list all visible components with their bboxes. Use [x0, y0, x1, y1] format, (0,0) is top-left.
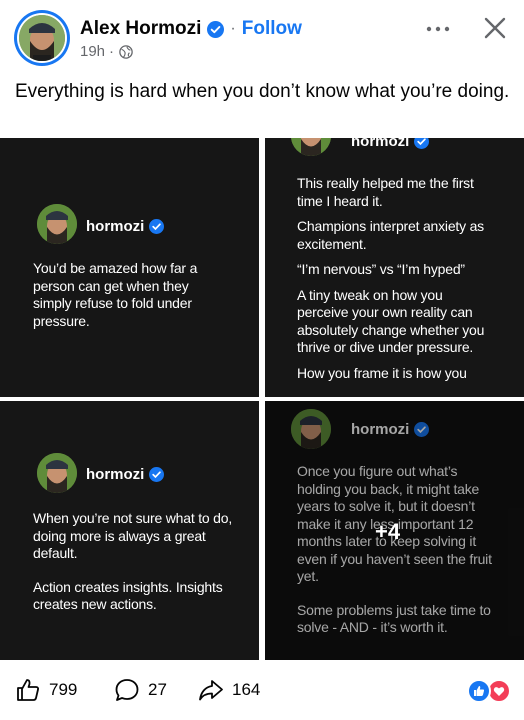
author-name[interactable]: Alex Hormozi [80, 18, 201, 40]
tile-paragraph: “I’m nervous” vs “I’m hyped” [297, 261, 465, 277]
post-caption: Everything is hard when you don’t know w… [15, 81, 510, 102]
author-avatar[interactable] [14, 10, 70, 66]
separator-dot: · [230, 20, 236, 37]
tile-paragraph: A tiny tweak on how you perceive your ow… [297, 286, 485, 356]
comment-button[interactable]: 27 [114, 677, 167, 703]
tile-paragraph: This really helped me the first time I h… [297, 175, 474, 209]
image-tile-2[interactable]: hormozi This really helped me the first … [265, 138, 524, 397]
comment-count: 27 [148, 680, 167, 699]
image-tile-4[interactable]: hormozi Once you figure out what’s holdi… [265, 401, 524, 660]
globe-icon [119, 44, 133, 59]
share-icon [199, 680, 223, 701]
tile-paragraph: Champions interpret anxiety as excitemen… [297, 218, 484, 252]
image-grid: hormozi You’d be amazed how far a person… [0, 138, 524, 660]
action-bar: 799 27 164 [0, 660, 524, 720]
tile-text: When you’re not sure what to do, doing m… [33, 510, 233, 622]
like-love-reactions-icon[interactable] [466, 679, 512, 703]
handle-label: hormozi [86, 466, 145, 483]
handle-label: hormozi [351, 138, 410, 150]
tile-paragraph: You’d be amazed how far a person can get… [33, 260, 198, 329]
hormozi-avatar [37, 204, 77, 244]
tile-handle: hormozi [351, 138, 430, 150]
close-icon[interactable] [481, 14, 509, 42]
meta-dot: · [109, 43, 115, 60]
tile-paragraph: How you frame it is how you [297, 364, 467, 381]
image-tile-1[interactable]: hormozi You’d be amazed how far a person… [0, 138, 259, 397]
like-count: 799 [49, 680, 78, 699]
share-button[interactable]: 164 [198, 677, 260, 703]
image-tile-3[interactable]: hormozi When you’re not sure what to do,… [0, 401, 259, 660]
tile-text: You’d be amazed how far a person can get… [33, 260, 223, 338]
post-timestamp[interactable]: 19h [80, 43, 105, 60]
comment-icon [115, 679, 139, 701]
thumbs-up-icon [17, 679, 39, 701]
share-count: 164 [232, 680, 261, 699]
more-images-count[interactable]: +4 [375, 519, 400, 545]
like-button[interactable]: 799 [15, 677, 77, 703]
tile-handle: hormozi [86, 466, 165, 483]
hormozi-avatar [37, 453, 77, 493]
author-row: Alex Hormozi · Follow [80, 18, 302, 40]
verified-badge-icon [207, 20, 225, 38]
more-options-icon[interactable] [424, 18, 452, 40]
follow-button[interactable]: Follow [242, 18, 302, 40]
tile-paragraph: When you’re not sure what to do, doing m… [33, 510, 233, 561]
tile-handle: hormozi [86, 218, 165, 235]
verified-badge-icon [149, 219, 165, 234]
post-header: Alex Hormozi · Follow 19h · [0, 0, 524, 72]
verified-badge-icon [149, 467, 165, 482]
handle-label: hormozi [86, 218, 145, 235]
tile-text: This really helped me the first time I h… [297, 175, 497, 390]
verified-badge-icon [414, 138, 430, 149]
post-meta: 19h · [80, 43, 133, 60]
hormozi-avatar [291, 138, 331, 156]
tile-paragraph: Action creates insights. Insights create… [33, 578, 223, 613]
